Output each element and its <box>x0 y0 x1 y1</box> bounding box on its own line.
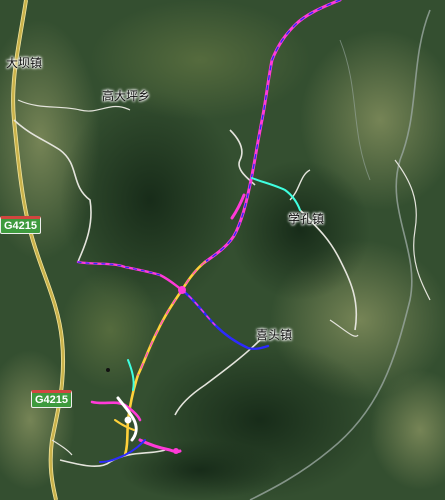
slope-west <box>60 270 160 390</box>
town-label-xuekongzhen: 学孔镇 <box>288 212 325 226</box>
highway-shield-north: G4215 <box>0 216 42 234</box>
town-label-xitouzhen: 喜头镇 <box>256 328 293 342</box>
ridge-far-south <box>120 440 280 500</box>
highway-shield-south: G4215 <box>31 390 73 408</box>
town-label-dabazhen: 大坝镇 <box>6 56 43 70</box>
town-label-gaodapingxiang: 高大坪乡 <box>102 89 151 103</box>
terrain-layer <box>0 0 445 500</box>
satellite-map[interactable]: 大坝镇 高大坪乡 学孔镇 喜头镇 G4215 G4215 <box>0 0 445 500</box>
